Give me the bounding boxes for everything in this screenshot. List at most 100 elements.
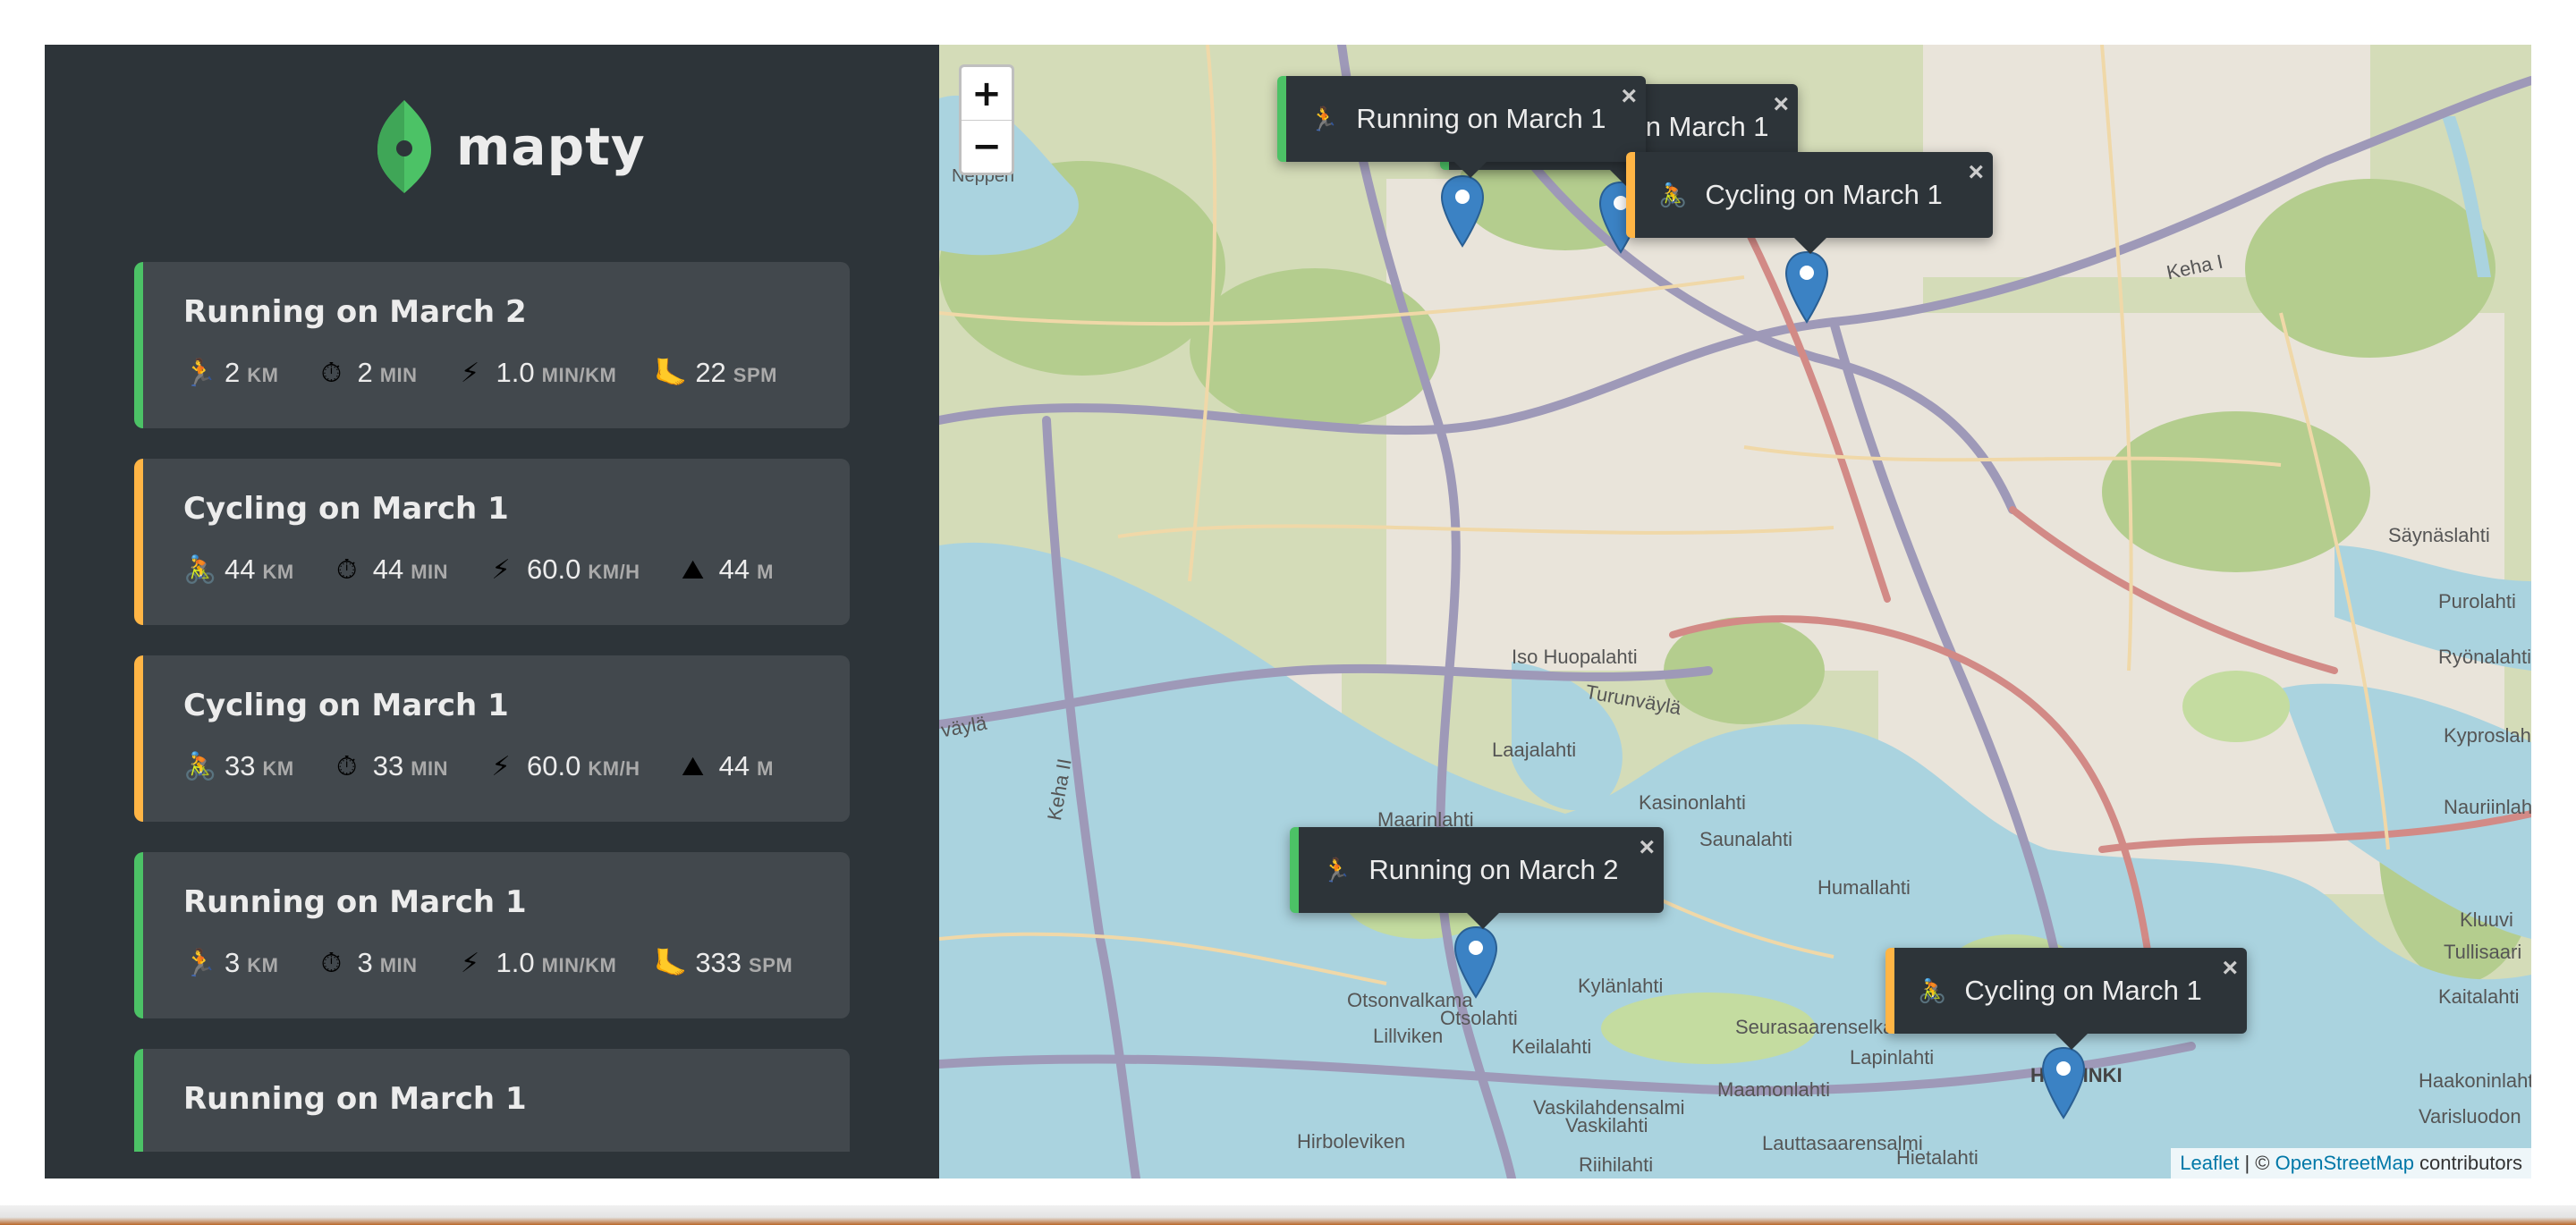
- workout-list[interactable]: Running on March 2 🏃 2 KM ⏱ 2 MIN ⚡ 1.0 MIN/KM…: [134, 262, 850, 1152]
- popup-text: Cycling on March 1: [1705, 179, 1943, 210]
- cycling-icon: 🚴: [1658, 181, 1688, 208]
- close-icon[interactable]: ×: [1773, 89, 1789, 120]
- map-popup[interactable]: 🚴 Cycling on March 1 ×: [1626, 152, 1993, 254]
- sidebar: mapty Running on March 2 🏃 2 KM ⏱ 2 MIN ⚡ 1.0…: [45, 45, 939, 1179]
- map-attribution: Leaflet | © OpenStreetMap contributors: [2171, 1148, 2531, 1179]
- duration-unit: MIN: [379, 954, 418, 976]
- map-label: Kylänlahti: [1578, 975, 1664, 997]
- popup-text: Running on March 1: [1356, 103, 1606, 134]
- close-icon[interactable]: ×: [1968, 157, 1984, 188]
- attribution-separator: | ©: [2239, 1152, 2275, 1174]
- distance-value: 33: [225, 750, 256, 781]
- zoom-out-button[interactable]: −: [962, 120, 1012, 173]
- map-label: Nauriinlahti: [2444, 796, 2531, 818]
- map-marker-icon[interactable]: [1453, 925, 1498, 999]
- map-label: Hirboleviken: [1297, 1130, 1406, 1153]
- map-popup[interactable]: 🏃 Running on March 1 ×: [1277, 76, 1646, 178]
- map-marker-icon[interactable]: [1784, 250, 1829, 324]
- cycling-icon: 🚴: [183, 752, 217, 781]
- distance-unit: KM: [262, 561, 294, 583]
- running-icon: 🏃: [183, 949, 217, 978]
- workout-title: Running on March 2: [183, 294, 527, 330]
- elevation-unit: M: [757, 757, 774, 780]
- cadence-unit: SPM: [749, 954, 793, 976]
- map-label: Saunalahti: [1699, 828, 1792, 850]
- app-container: mapty Running on March 2 🏃 2 KM ⏱ 2 MIN ⚡ 1.0…: [45, 45, 2531, 1179]
- map-label: Purolahti: [2438, 590, 2516, 612]
- map-label: Kyproslahti: [2444, 724, 2531, 747]
- running-icon: 🏃: [1322, 856, 1352, 883]
- map-label: Humallahti: [1818, 876, 1911, 899]
- duration-value: 3: [357, 947, 373, 978]
- map-label: Seurasaarenselkä: [1735, 1016, 1894, 1038]
- cadence-unit: SPM: [733, 364, 777, 386]
- logo-text: mapty: [456, 116, 646, 177]
- elevation-unit: M: [757, 561, 774, 583]
- workout-card[interactable]: Cycling on March 1 🚴 44 KM ⏱ 44 MIN ⚡ 60.0 KM/…: [134, 459, 850, 625]
- zoom-in-button[interactable]: +: [962, 67, 1012, 120]
- duration-value: 44: [372, 553, 404, 585]
- popup-text: Running on March 2: [1368, 854, 1619, 885]
- cadence-value: 22: [695, 357, 726, 388]
- map-popup[interactable]: 🚴 Cycling on March 1 ×: [1885, 948, 2247, 1050]
- map-label: Kaitalahti: [2438, 985, 2520, 1008]
- close-icon[interactable]: ×: [1639, 832, 1655, 863]
- attribution-suffix: contributors: [2413, 1152, 2522, 1174]
- workout-card[interactable]: Running on March 1 🏃 3 KM ⏱ 3 MIN ⚡ 1.0 MIN/KM…: [134, 852, 850, 1018]
- speed-unit: KM/H: [588, 561, 640, 583]
- mountain-icon: ⛰: [681, 752, 705, 781]
- mountain-icon: ⛰: [681, 555, 705, 585]
- stopwatch-icon: ⏱: [320, 949, 343, 978]
- map-label: Haakoninlahti: [2419, 1069, 2531, 1092]
- workout-card[interactable]: Running on March 1: [134, 1049, 850, 1152]
- leaflet-link[interactable]: Leaflet: [2180, 1152, 2239, 1174]
- openstreetmap-link[interactable]: OpenStreetMap: [2275, 1152, 2414, 1174]
- map-marker-icon[interactable]: [1440, 174, 1485, 248]
- speed-value: 60.0: [527, 553, 581, 585]
- distance-unit: KM: [247, 954, 279, 976]
- map-label: Iso Huopalahti: [1512, 646, 1638, 668]
- logo: mapty: [376, 98, 646, 195]
- pace-unit: MIN/KM: [541, 954, 617, 976]
- distance-value: 3: [225, 947, 241, 978]
- elevation-value: 44: [718, 750, 750, 781]
- map-label: Riihilahti: [1579, 1153, 1654, 1176]
- page-bottom-strip: [0, 1205, 2576, 1225]
- running-icon: 🏃: [183, 359, 217, 388]
- speed-unit: KM/H: [588, 757, 640, 780]
- lightning-icon: ⚡: [461, 949, 480, 978]
- map[interactable]: Nepperi Keha I Keha II Iso Huopalahti Tu…: [939, 45, 2531, 1179]
- duration-unit: MIN: [411, 757, 449, 780]
- cadence-value: 333: [695, 947, 742, 978]
- close-icon[interactable]: ×: [1621, 81, 1637, 112]
- workout-title: Running on March 1: [183, 1081, 527, 1117]
- map-marker-icon[interactable]: [2041, 1046, 2086, 1119]
- workout-card[interactable]: Cycling on March 1 🚴 33 KM ⏱ 33 MIN ⚡ 60.0 KM/…: [134, 655, 850, 822]
- map-label: Vaskilahti: [1565, 1114, 1648, 1136]
- pace-unit: MIN/KM: [541, 364, 617, 386]
- speed-value: 60.0: [527, 750, 581, 781]
- stopwatch-icon: ⏱: [336, 752, 358, 781]
- lightning-icon: ⚡: [491, 555, 511, 585]
- lightning-icon: ⚡: [461, 359, 480, 388]
- elevation-value: 44: [718, 553, 750, 585]
- stopwatch-icon: ⏱: [336, 555, 358, 585]
- map-label: Lapinlahti: [1850, 1046, 1935, 1069]
- map-label: Hietalahti: [1896, 1146, 1979, 1169]
- workout-card[interactable]: Running on March 2 🏃 2 KM ⏱ 2 MIN ⚡ 1.0 MIN/KM…: [134, 262, 850, 428]
- close-icon[interactable]: ×: [2222, 953, 2238, 984]
- running-icon: 🏃: [1309, 105, 1339, 132]
- map-label: Lillviken: [1373, 1025, 1444, 1047]
- duration-value: 2: [357, 357, 373, 388]
- duration-unit: MIN: [411, 561, 449, 583]
- workout-title: Running on March 1: [183, 884, 527, 920]
- distance-value: 2: [225, 357, 241, 388]
- map-popup[interactable]: 🏃 Running on March 2 ×: [1290, 827, 1664, 929]
- lightning-icon: ⚡: [491, 752, 511, 781]
- map-pin-logo-icon: [377, 100, 431, 193]
- map-label: Tullisaari: [2444, 941, 2522, 963]
- zoom-control: + −: [959, 64, 1014, 175]
- map-label: Varisluodon: [2419, 1105, 2521, 1128]
- workout-title: Cycling on March 1: [183, 688, 509, 723]
- cycling-icon: 🚴: [183, 555, 217, 585]
